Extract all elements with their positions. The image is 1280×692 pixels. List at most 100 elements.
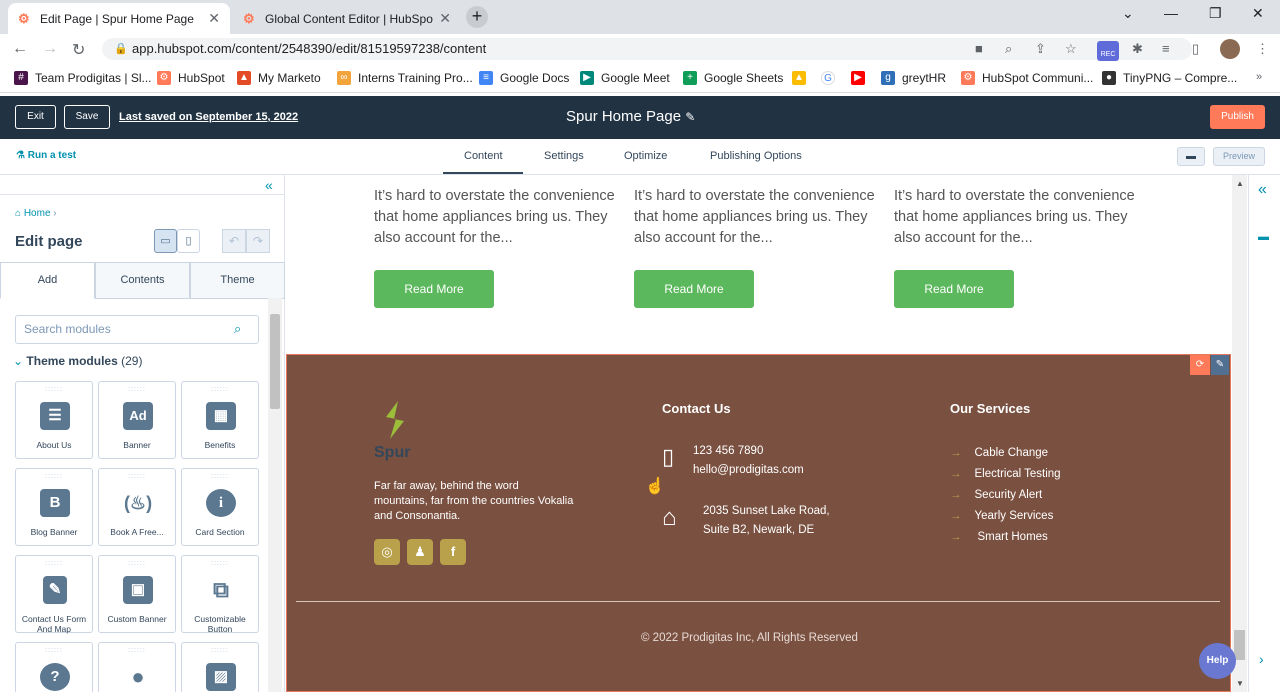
footer-email[interactable]: hello@prodigitas.com xyxy=(693,464,804,476)
browser-tab[interactable]: ⚙ Global Content Editor | HubSpot ✕ xyxy=(233,3,461,34)
drag-handle-icon[interactable]: :::::: xyxy=(182,386,258,393)
service-link[interactable]: → Yearly Services xyxy=(950,510,1053,522)
tab-content[interactable]: Content xyxy=(464,150,503,162)
drag-handle-icon[interactable]: :::::: xyxy=(99,386,175,393)
bookmark-item[interactable]: ▲ xyxy=(792,71,813,85)
extensions-icon[interactable]: ✱ xyxy=(1132,41,1143,57)
last-saved-link[interactable]: Last saved on September 15, 2022 xyxy=(119,111,298,123)
service-link[interactable]: → Smart Homes xyxy=(950,531,1048,543)
drag-handle-icon[interactable]: :::::: xyxy=(16,473,92,480)
bookmark-item[interactable]: ⚙ HubSpot Communi... xyxy=(961,71,1093,85)
tab-theme[interactable]: Theme xyxy=(190,262,285,299)
desktop-view-button[interactable]: ▭ xyxy=(154,229,177,253)
module-card[interactable]: ::::::? xyxy=(15,642,93,692)
tab-search-icon[interactable]: ⌄ xyxy=(1122,5,1134,22)
module-card[interactable]: :::::: ▣ Custom Banner xyxy=(98,555,176,633)
browser-menu-icon[interactable]: ⋮ xyxy=(1256,41,1269,57)
close-tab-icon[interactable]: ✕ xyxy=(208,10,220,27)
bookmark-star-icon[interactable]: ☆ xyxy=(1065,41,1077,57)
media-icon[interactable]: ≡ xyxy=(1162,41,1170,56)
camera-icon[interactable]: ■ xyxy=(975,41,983,56)
tab-optimize[interactable]: Optimize xyxy=(624,150,667,162)
breadcrumb[interactable]: ⌂ Home › xyxy=(15,208,57,219)
tab-contents[interactable]: Contents xyxy=(95,262,190,299)
profile-avatar[interactable] xyxy=(1220,39,1240,59)
exit-button[interactable]: Exit xyxy=(15,105,56,129)
bookmark-item[interactable]: ▲ My Marketo xyxy=(237,71,321,85)
search-icon[interactable]: ⌕ xyxy=(234,321,241,337)
card-text[interactable]: It’s hard to overstate the convenience t… xyxy=(634,186,879,249)
tab-settings[interactable]: Settings xyxy=(544,150,584,162)
collapse-sidebar-icon[interactable]: « xyxy=(265,177,273,193)
drag-handle-icon[interactable]: :::::: xyxy=(99,560,175,567)
instagram-icon[interactable]: ◎ xyxy=(374,539,400,565)
comments-button[interactable]: ▬ xyxy=(1177,147,1205,166)
module-card[interactable]: :::::: (♨) Book A Free... xyxy=(98,468,176,546)
module-card[interactable]: :::::: ▨ xyxy=(181,642,259,692)
bookmark-item[interactable]: # Team Prodigitas | Sl... xyxy=(14,71,152,85)
search-modules-input[interactable]: Search modules xyxy=(15,315,259,344)
comment-icon[interactable]: ▬ xyxy=(1258,231,1269,243)
drag-handle-icon[interactable]: :::::: xyxy=(16,386,92,393)
browser-tab-active[interactable]: ⚙ Edit Page | Spur Home Page ✕ xyxy=(8,3,230,34)
module-card[interactable]: :::::: ▦ Benefits xyxy=(181,381,259,459)
publish-button[interactable]: Publish xyxy=(1210,105,1265,129)
mobile-view-button[interactable]: ▯ xyxy=(177,229,200,253)
chevron-right-icon[interactable]: › xyxy=(1259,651,1264,667)
canvas-scrollbar[interactable] xyxy=(1232,175,1247,692)
expand-panel-icon[interactable]: « xyxy=(1258,181,1267,199)
edit-module-icon[interactable]: ✎ xyxy=(1211,355,1229,375)
forward-icon[interactable]: → xyxy=(42,40,58,58)
reload-icon[interactable]: ↻ xyxy=(72,40,85,60)
service-link[interactable]: → Security Alert xyxy=(950,489,1042,501)
read-more-button[interactable]: Read More xyxy=(634,270,754,308)
drag-handle-icon[interactable]: :::::: xyxy=(99,647,175,654)
card-text[interactable]: It’s hard to overstate the convenience t… xyxy=(894,186,1139,249)
bookmark-item[interactable]: ● TinyPNG – Compre... xyxy=(1102,71,1237,85)
drag-handle-icon[interactable]: :::::: xyxy=(182,560,258,567)
side-panel-icon[interactable]: ▯ xyxy=(1192,41,1199,57)
bookmark-item[interactable]: ▶ xyxy=(851,71,872,85)
close-window-icon[interactable]: ✕ xyxy=(1252,5,1264,22)
tab-add[interactable]: Add xyxy=(0,262,95,299)
back-icon[interactable]: ← xyxy=(12,40,28,58)
share-icon[interactable]: ⇪ xyxy=(1035,41,1046,57)
bookmark-item[interactable]: ∞ Interns Training Pro... xyxy=(337,71,473,85)
drag-handle-icon[interactable]: :::::: xyxy=(99,473,175,480)
module-card[interactable]: :::::: i Card Section xyxy=(181,468,259,546)
bookmark-item[interactable]: + Google Sheets xyxy=(683,71,783,85)
page-title[interactable]: Spur Home Page ✎ xyxy=(566,108,695,125)
drag-handle-icon[interactable]: :::::: xyxy=(16,560,92,567)
theme-modules-toggle[interactable]: ⌄ Theme modules (29) xyxy=(13,354,142,368)
url-bar[interactable]: 🔒 app.hubspot.com/content/2548390/edit/8… xyxy=(102,38,1192,60)
edit-pencil-icon[interactable]: ✎ xyxy=(685,110,695,124)
undo-button[interactable]: ↶ xyxy=(222,229,246,253)
module-card[interactable]: :::::: ☰ About Us xyxy=(15,381,93,459)
preview-button[interactable]: Preview xyxy=(1213,147,1265,166)
footer-phone[interactable]: 123 456 7890 xyxy=(693,445,763,457)
module-card[interactable]: :::::: Ad Banner xyxy=(98,381,176,459)
service-link[interactable]: → Cable Change xyxy=(950,447,1048,459)
service-link[interactable]: → Electrical Testing xyxy=(950,468,1061,480)
module-card[interactable]: :::::: ⧉ Customizable Button xyxy=(181,555,259,634)
module-card[interactable]: :::::: ✎ Contact Us Form And Map xyxy=(15,555,93,634)
restore-icon[interactable]: ❐ xyxy=(1209,5,1222,22)
snapchat-icon[interactable]: ♟ xyxy=(407,539,433,565)
redo-button[interactable]: ↷ xyxy=(246,229,270,253)
bookmark-item[interactable]: g greytHR xyxy=(881,71,946,85)
rec-extension-icon[interactable]: REC xyxy=(1097,41,1119,61)
facebook-icon[interactable]: f xyxy=(440,539,466,565)
card-text[interactable]: It’s hard to overstate the convenience t… xyxy=(374,186,619,249)
read-more-button[interactable]: Read More xyxy=(894,270,1014,308)
clone-module-icon[interactable]: ⟳ xyxy=(1190,355,1210,375)
scroll-down-icon[interactable]: ▼ xyxy=(1236,679,1244,688)
zoom-icon[interactable]: ⌕ xyxy=(1005,41,1012,57)
new-tab-button[interactable]: + xyxy=(466,6,488,28)
close-tab-icon[interactable]: ✕ xyxy=(439,10,451,27)
bookmark-item[interactable]: G xyxy=(821,71,842,85)
module-card[interactable]: :::::: B Blog Banner xyxy=(15,468,93,546)
sidebar-scroll-thumb[interactable] xyxy=(270,314,280,409)
read-more-button[interactable]: Read More xyxy=(374,270,494,308)
bookmark-item[interactable]: ≡ Google Docs xyxy=(479,71,569,85)
save-button[interactable]: Save xyxy=(64,105,110,129)
